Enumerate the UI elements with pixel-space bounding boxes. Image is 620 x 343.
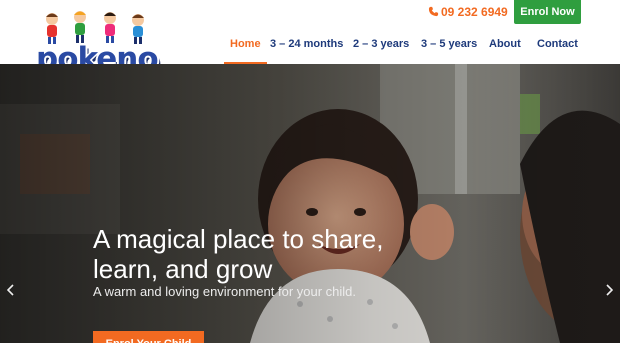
chevron-right-icon	[606, 284, 613, 296]
nav-item-home[interactable]: Home	[224, 38, 267, 64]
nav-item-label: 3 – 5 years	[421, 38, 478, 50]
hero-headline: A magical place to share, learn, and gro…	[93, 224, 384, 284]
nav-item-label: About	[489, 38, 521, 50]
slider-next-button[interactable]	[602, 282, 616, 298]
phone-link[interactable]: 09 232 6949	[428, 5, 508, 19]
nav-item-about[interactable]: About	[489, 38, 521, 64]
nav-item-label: Home	[230, 38, 261, 50]
phone-icon	[428, 6, 439, 17]
nav-item-3-24-months[interactable]: 3 – 24 months	[270, 38, 343, 64]
hero-slider: A magical place to share, learn, and gro…	[0, 64, 620, 343]
slider-prev-button[interactable]	[4, 282, 18, 298]
hero-subline: A warm and loving environment for your c…	[93, 284, 357, 299]
nav-item-label: Contact	[537, 38, 578, 50]
main-nav: Home 3 – 24 months 2 – 3 years 3 – 5 yea…	[0, 38, 620, 64]
enrol-now-button[interactable]: Enrol Now	[514, 0, 581, 24]
site-header: pokeno childcare 09 232 6949 Enrol Now H…	[0, 0, 620, 85]
nav-item-3-5-years[interactable]: 3 – 5 years	[421, 38, 477, 64]
nav-item-contact[interactable]: Contact	[537, 38, 578, 64]
hero-photo	[0, 64, 620, 343]
nav-item-label: 2 – 3 years	[353, 38, 410, 50]
phone-number: 09 232 6949	[441, 5, 508, 19]
chevron-left-icon	[7, 284, 14, 296]
nav-item-label: 3 – 24 months	[270, 38, 344, 50]
enrol-your-child-button[interactable]: Enrol Your Child	[93, 331, 204, 343]
nav-item-2-3-years[interactable]: 2 – 3 years	[353, 38, 409, 64]
